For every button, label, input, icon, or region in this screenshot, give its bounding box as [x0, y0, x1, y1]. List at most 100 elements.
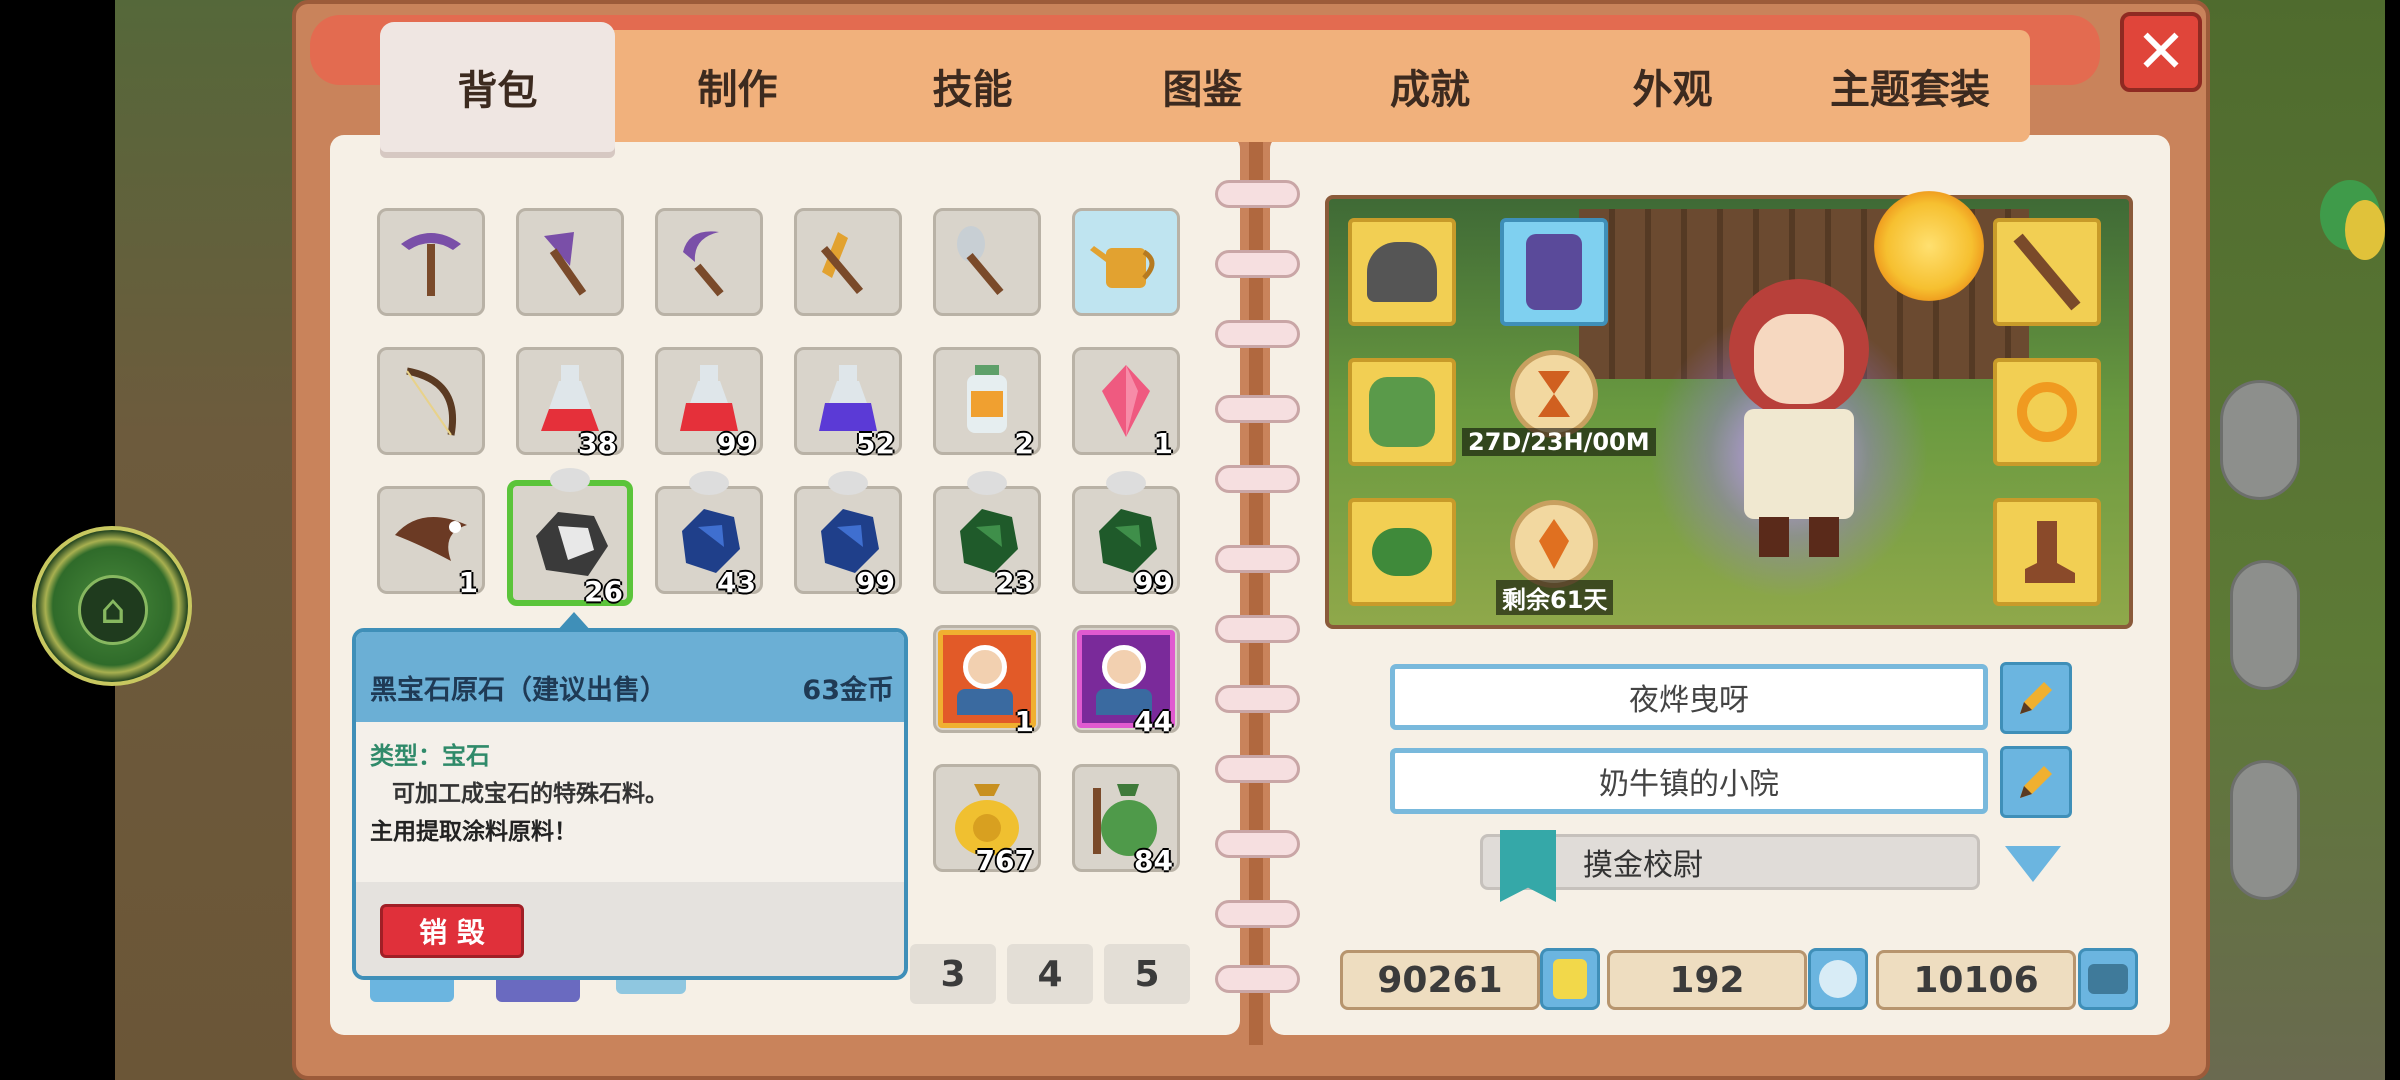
boot-icon — [2025, 521, 2075, 583]
tab-theme-sets[interactable]: 主题套装 — [1790, 30, 2030, 142]
inventory-slot-pickaxe[interactable] — [377, 208, 485, 316]
tab-encyclopedia[interactable]: 图鉴 — [1090, 30, 1315, 142]
destroy-button[interactable]: 销 毁 — [380, 904, 524, 958]
inventory-slot-blue-ore[interactable]: 99 — [794, 471, 902, 599]
binder-ring — [1215, 755, 1300, 783]
binder-ring — [1215, 685, 1300, 713]
binder-ring — [1215, 465, 1300, 493]
inventory-slot-portrait-card-purple[interactable]: 44 — [1072, 625, 1180, 738]
shovel-icon — [957, 226, 1004, 295]
page-3-button[interactable]: 3 — [910, 944, 996, 1004]
ticket-amount: 10106 — [1876, 950, 2076, 1010]
item-quantity: 26 — [584, 575, 623, 608]
gem-amount: 192 — [1607, 950, 1807, 1010]
inventory-slot-red-potion[interactable]: 38 — [516, 347, 624, 460]
gift-bow-icon — [550, 468, 590, 492]
equip-slot-outfit[interactable] — [1500, 218, 1608, 326]
binder-ring — [1215, 250, 1300, 278]
eagle-icon — [395, 517, 467, 561]
inventory-slot-coin-bag[interactable]: 767 — [933, 764, 1041, 877]
inventory-slot-bow[interactable] — [377, 347, 485, 455]
inventory-slot-green-ore[interactable]: 23 — [933, 471, 1041, 599]
binder-ring — [1215, 830, 1300, 858]
inventory-slot-bird[interactable]: 1 — [377, 486, 485, 599]
diamond-icon[interactable] — [1808, 948, 1868, 1010]
inventory-slot-jar[interactable]: 2 — [933, 347, 1041, 460]
inventory-slot-hoe[interactable] — [794, 208, 902, 316]
inventory-slot-red-potion-large[interactable]: 99 — [655, 347, 763, 460]
item-description: 主用提取涂料原料！ — [370, 819, 577, 845]
tab-achievements[interactable]: 成就 — [1315, 30, 1545, 142]
item-quantity: 767 — [975, 844, 1034, 877]
watering-can-icon — [1090, 246, 1155, 288]
equip-slot-boots[interactable] — [1993, 498, 2101, 606]
edit-farm-name-button[interactable] — [2000, 746, 2072, 818]
ticket-icon[interactable] — [2078, 948, 2138, 1010]
character-face — [1754, 314, 1844, 404]
binder-ring — [1215, 900, 1300, 928]
staff-icon — [2013, 233, 2081, 311]
item-quantity: 44 — [1134, 705, 1173, 738]
inventory-slot-axe[interactable] — [516, 208, 624, 316]
item-name: 黑宝石原石（建议出售） — [370, 675, 667, 706]
item-tooltip: 黑宝石原石（建议出售） 63金币 类型：宝石 可加工成宝石的特殊石料。 主用提取… — [352, 628, 908, 980]
inventory-slot-pink-crystal[interactable]: 1 — [1072, 347, 1180, 460]
outfit-timer: 27D/23H/00M — [1462, 428, 1656, 456]
equip-slot-helmet[interactable] — [1348, 218, 1456, 326]
item-quantity: 52 — [856, 427, 895, 460]
hourglass-icon — [1538, 371, 1570, 417]
gold-coin-icon[interactable] — [1540, 948, 1600, 1010]
pencil-icon — [2020, 682, 2052, 714]
equip-slot-ring[interactable] — [1993, 358, 2101, 466]
item-quantity: 1 — [458, 566, 478, 599]
tab-backpack[interactable]: 背包 — [380, 22, 615, 152]
tab-crafting[interactable]: 制作 — [620, 30, 855, 142]
item-quantity: 99 — [1134, 566, 1173, 599]
binder-ring — [1215, 545, 1300, 573]
gamepad-button[interactable]: ⌂ — [32, 526, 192, 686]
hourglass-badge[interactable] — [1510, 350, 1598, 438]
tab-appearance[interactable]: 外观 — [1555, 30, 1790, 142]
inventory-slot-black-gem-ore-selected[interactable]: 26 — [507, 468, 633, 608]
stone-path — [2230, 760, 2300, 900]
inventory-slot-portrait-card-gold[interactable]: 1 — [933, 625, 1041, 738]
gold-amount: 90261 — [1340, 950, 1540, 1010]
equip-slot-weapon[interactable] — [1993, 218, 2101, 326]
page-4-button[interactable]: 4 — [1007, 944, 1093, 1004]
item-quantity: 1 — [1153, 427, 1173, 460]
character-leg — [1809, 517, 1839, 557]
close-button[interactable]: ✕ — [2120, 12, 2202, 92]
gamepad-icon: ⌂ — [78, 575, 148, 645]
pouch-icon — [1372, 528, 1432, 576]
character-leg — [1759, 517, 1789, 557]
page-5-button[interactable]: 5 — [1104, 944, 1190, 1004]
close-icon: ✕ — [2135, 17, 2187, 87]
inventory-slot-blue-ore[interactable]: 43 — [655, 471, 763, 599]
gift-bow-icon — [828, 471, 868, 495]
inventory-slot-shovel[interactable] — [933, 208, 1041, 316]
axe-icon — [544, 232, 587, 296]
farm-name-field[interactable]: 奶牛镇的小院 — [1390, 748, 1988, 814]
tab-skills[interactable]: 技能 — [855, 30, 1090, 142]
item-price: 63金币 — [802, 675, 894, 706]
gift-bow-icon — [967, 471, 1007, 495]
inventory-slot-sickle[interactable] — [655, 208, 763, 316]
backpack-icon — [1369, 377, 1435, 447]
inventory-slot-green-ore[interactable]: 99 — [1072, 471, 1180, 599]
grass-area-right — [2200, 0, 2385, 1080]
edit-name-button[interactable] — [2000, 662, 2072, 734]
player-name-field[interactable]: 夜烨曳呀 — [1390, 664, 1988, 730]
item-quantity: 99 — [856, 566, 895, 599]
inventory-slot-blue-potion[interactable]: 52 — [794, 347, 902, 460]
inventory-slot-watering-can[interactable] — [1072, 208, 1180, 316]
equip-slot-backpack[interactable] — [1348, 358, 1456, 466]
remaining-days: 剩余61天 — [1496, 580, 1614, 615]
inventory-slot-seed-bag[interactable]: 84 — [1072, 764, 1180, 877]
item-quantity: 43 — [717, 566, 756, 599]
carrot-badge[interactable] — [1510, 500, 1598, 588]
horned-helmet-icon — [1367, 242, 1437, 302]
equip-slot-bag[interactable] — [1348, 498, 1456, 606]
black-gem-ore-icon — [536, 512, 608, 576]
jar-icon — [967, 365, 1007, 433]
binder-ring — [1215, 180, 1300, 208]
